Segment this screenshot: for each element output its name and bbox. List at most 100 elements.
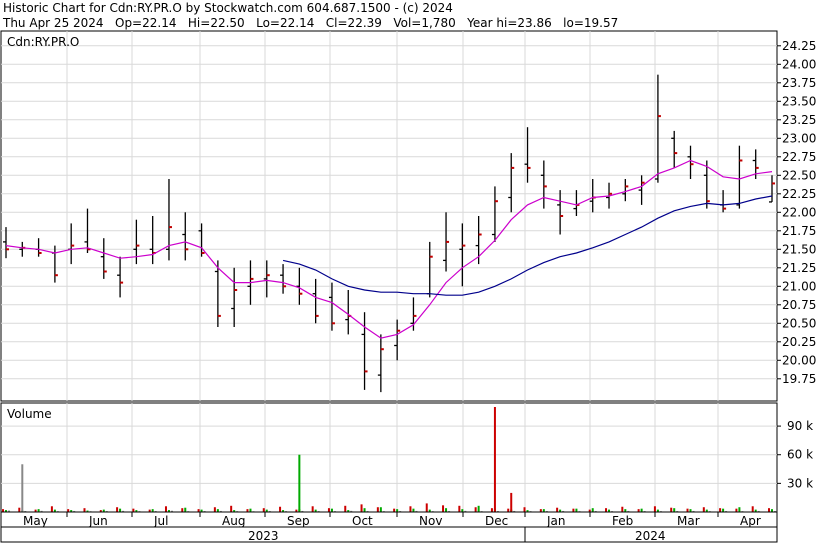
price-tick-label: 24.00	[782, 57, 816, 71]
volume-bar	[556, 507, 559, 512]
price-tick-label: 24.25	[782, 39, 816, 53]
volume-spike-bar	[21, 464, 24, 512]
volume-spike-bar	[298, 454, 301, 512]
volume-bar	[344, 505, 347, 512]
volume-bar	[327, 508, 330, 512]
price-tick-label: 23.75	[782, 76, 816, 90]
volume-bar	[18, 507, 21, 512]
volume-bar	[653, 506, 656, 512]
volume-bar	[738, 507, 741, 512]
volume-bar	[425, 503, 428, 512]
volume-bar	[722, 508, 725, 512]
price-tick-label: 20.75	[782, 298, 816, 312]
price-tick-label: 21.75	[782, 224, 816, 238]
price-tick-label: 22.75	[782, 150, 816, 164]
volume-bar	[670, 507, 673, 512]
volume-bar	[477, 505, 480, 512]
volume-bar	[132, 508, 135, 512]
volume-bar	[640, 508, 643, 512]
volume-bar	[445, 508, 448, 512]
month-label: Aug	[222, 514, 245, 528]
month-label: Mar	[677, 514, 700, 528]
volume-bar	[164, 506, 167, 512]
month-label: Jan	[546, 514, 566, 528]
price-y-axis: 24.25 24.00 23.75 23.50 23.25 23.00 22.75 22.50…	[777, 39, 816, 386]
volume-bar	[330, 508, 333, 512]
month-label: Apr	[740, 514, 761, 528]
year-label: 2024	[635, 529, 666, 543]
volume-bar	[702, 507, 705, 512]
price-pane	[0, 30, 778, 402]
price-tick-label: 22.25	[782, 187, 816, 201]
month-label: May	[23, 514, 48, 528]
month-label: Nov	[419, 514, 442, 528]
x-axis-months	[0, 511, 778, 528]
volume-bar	[490, 508, 493, 512]
price-tick-label: 21.00	[782, 279, 816, 293]
price-tick-label: 20.25	[782, 335, 816, 349]
volume-spike-bar	[493, 407, 496, 512]
volume-bar	[249, 508, 252, 512]
volume-bar	[213, 507, 216, 512]
volume-bar	[575, 508, 578, 512]
volume-bar	[360, 504, 363, 512]
volume-bar	[605, 508, 608, 512]
volume-bar	[50, 506, 53, 512]
month-label: Jun	[88, 514, 108, 528]
volume-pane-title: Volume	[7, 407, 52, 421]
volume-bar	[686, 508, 689, 512]
chart-symbol-label: Cdn:RY.PR.O	[7, 35, 79, 49]
volume-tick-label: 60 k	[787, 448, 813, 462]
volume-bar	[409, 506, 412, 512]
month-label: Feb	[612, 514, 633, 528]
price-tick-label: 22.00	[782, 205, 816, 219]
volume-bar	[442, 505, 445, 512]
volume-pane	[0, 402, 778, 513]
volume-bar	[474, 507, 477, 512]
volume-bar	[572, 508, 575, 512]
month-label: Oct	[352, 514, 373, 528]
price-tick-label: 21.25	[782, 261, 816, 275]
volume-bar	[311, 506, 314, 512]
price-tick-label: 22.50	[782, 168, 816, 182]
volume-bar	[591, 508, 594, 512]
month-label: Dec	[485, 514, 508, 528]
volume-bar	[621, 506, 624, 512]
month-label: Sep	[287, 514, 310, 528]
volume-bar	[83, 508, 86, 512]
volume-bar	[184, 507, 187, 512]
price-tick-label: 20.00	[782, 353, 816, 367]
price-tick-label: 21.50	[782, 242, 816, 256]
volume-bar	[523, 507, 526, 512]
year-label: 2023	[248, 529, 279, 543]
volume-bar	[719, 508, 722, 512]
price-tick-label: 19.75	[782, 372, 816, 386]
volume-bar	[376, 507, 379, 512]
volume-bar	[279, 506, 282, 512]
volume-bar	[412, 508, 415, 512]
volume-bar	[458, 505, 461, 512]
volume-bar	[393, 508, 396, 512]
volume-tick-label: 30 k	[787, 476, 813, 490]
stock-chart: 24.25 24.00 23.75 23.50 23.25 23.00 22.75 22.50…	[0, 30, 816, 543]
price-tick-label: 23.50	[782, 94, 816, 108]
price-tick-label: 23.00	[782, 131, 816, 145]
volume-tick-label: 90 k	[787, 419, 813, 433]
volume-bar	[735, 508, 738, 512]
volume-bar	[181, 508, 184, 512]
volume-spike-bar	[510, 492, 513, 512]
volume-bar	[262, 508, 265, 512]
volume-bar	[751, 506, 754, 512]
volume-bar	[119, 508, 122, 512]
price-tick-label: 23.25	[782, 113, 816, 127]
volume-bar	[768, 508, 770, 512]
volume-bar	[673, 508, 676, 512]
volume-bar	[379, 507, 382, 512]
volume-bar	[230, 505, 233, 512]
volume-y-axis: 90 k 60 k 30 k	[777, 419, 813, 490]
price-tick-label: 20.50	[782, 316, 816, 330]
month-label: Jul	[153, 514, 168, 528]
volume-bar	[507, 508, 510, 512]
volume-bar	[116, 507, 119, 512]
volume-bar	[363, 508, 366, 512]
